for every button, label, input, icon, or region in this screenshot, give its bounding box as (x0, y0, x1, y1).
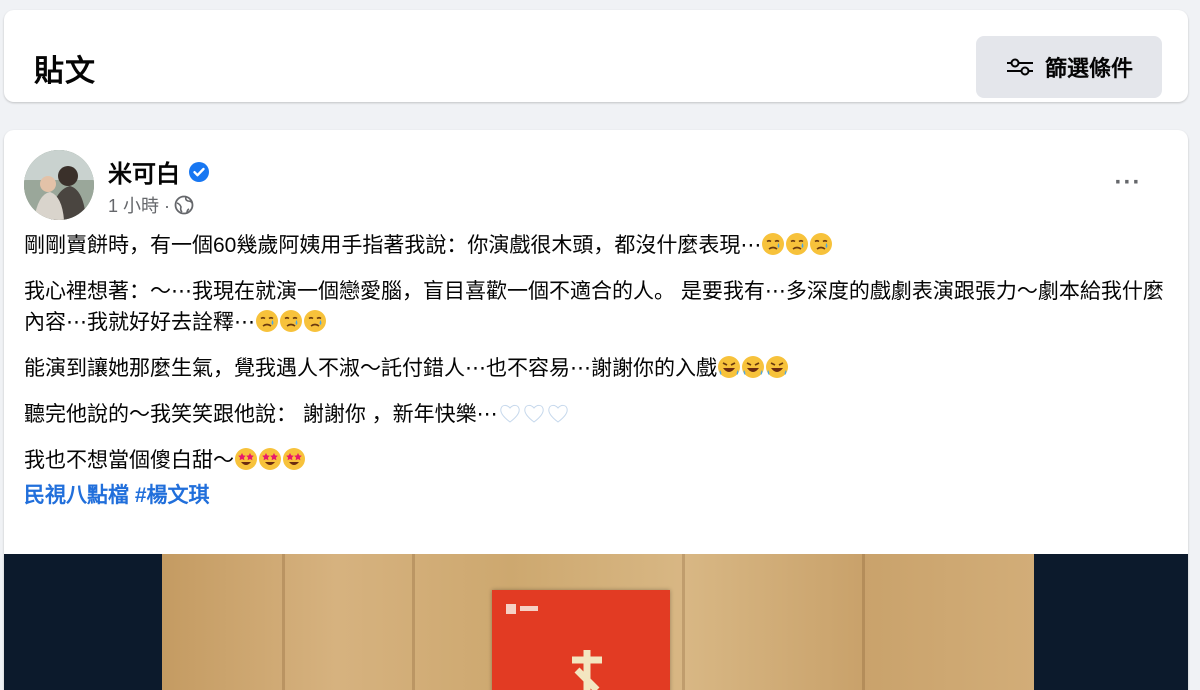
verified-badge-icon (188, 161, 210, 183)
star-struck-face-icon (258, 447, 282, 471)
star-struck-face-icon (234, 447, 258, 471)
post-photo[interactable] (162, 554, 1034, 690)
paragraph-text: 我心裡想著：～⋯我現在就演一個戀愛腦，盲目喜歡一個不適合的人。 是要我有⋯多深度… (24, 280, 1164, 334)
crying-face-icon (279, 309, 303, 333)
rolling-laughing-face-icon (717, 355, 741, 379)
paragraph-text: 剛剛賣餅時，有一個60幾歲阿姨用手指著我說：你演戲很木頭，都沒什麼表現⋯ (24, 234, 762, 257)
crying-face-icon (255, 309, 279, 333)
posts-header-card: 貼文 篩選條件 (4, 10, 1188, 102)
star-struck-face-icon (282, 447, 306, 471)
paragraph-text: 我也不想當個傻白甜～ (24, 449, 234, 472)
crying-face-icon (785, 232, 809, 256)
filter-sliders-icon (1005, 56, 1035, 78)
filter-button-label: 篩選條件 (1044, 56, 1133, 81)
author-row: 米可白 (108, 154, 210, 189)
page-title: 貼文 (34, 55, 96, 88)
post-card: 米可白 1 小時 · ··· 剛剛賣餅時，有一個60幾歲阿姨用手指著我說：你演戲… (4, 130, 1188, 690)
post-paragraph: 聽完他說的～我笑笑跟他說： 謝謝你 ，新年快樂⋯ (24, 399, 1164, 430)
post-paragraph: 能演到讓她那麼生氣，覺我遇人不淑～託付錯人⋯也不容易⋯謝謝你的入戲 (24, 353, 1164, 384)
more-options-button[interactable]: ··· (1108, 168, 1148, 198)
hashtag-links: 民視八點檔 #楊文琪 (24, 480, 1164, 511)
white-heart-icon (498, 401, 522, 425)
author-name[interactable]: 米可白 (108, 154, 180, 189)
rolling-laughing-face-icon (741, 355, 765, 379)
crying-face-icon (761, 232, 785, 256)
white-heart-icon (546, 401, 570, 425)
post-paragraph: 剛剛賣餅時，有一個60幾歲阿姨用手指著我說：你演戲很木頭，都沒什麼表現⋯ (24, 230, 1164, 261)
post-paragraph: 我心裡想著：～⋯我現在就演一個戀愛腦，盲目喜歡一個不適合的人。 是要我有⋯多深度… (24, 276, 1164, 338)
rolling-laughing-face-icon (765, 355, 789, 379)
paragraph-text: 聽完他說的～我笑笑跟他說： 謝謝你 ，新年快樂⋯ (24, 403, 498, 426)
globe-icon[interactable] (174, 195, 194, 215)
crying-face-icon (809, 232, 833, 256)
red-envelope-image (492, 590, 670, 690)
hashtag-link[interactable]: 民視八點檔 (24, 484, 129, 507)
post-text: 剛剛賣餅時，有一個60幾歲阿姨用手指著我說：你演戲很木頭，都沒什麼表現⋯ 我心裡… (24, 230, 1164, 511)
hashtag-link[interactable]: #楊文琪 (135, 484, 210, 507)
crying-face-icon (303, 309, 327, 333)
post-timestamp[interactable]: 1 小時 · (108, 192, 170, 218)
avatar[interactable] (24, 150, 94, 220)
white-heart-icon (522, 401, 546, 425)
post-meta: 1 小時 · (108, 192, 194, 218)
paragraph-text: 能演到讓她那麼生氣，覺我遇人不淑～託付錯人⋯也不容易⋯謝謝你的入戲 (24, 357, 717, 380)
filter-button[interactable]: 篩選條件 (976, 36, 1162, 98)
post-paragraph: 我也不想當個傻白甜～ (24, 445, 1164, 476)
post-media[interactable] (4, 554, 1188, 690)
